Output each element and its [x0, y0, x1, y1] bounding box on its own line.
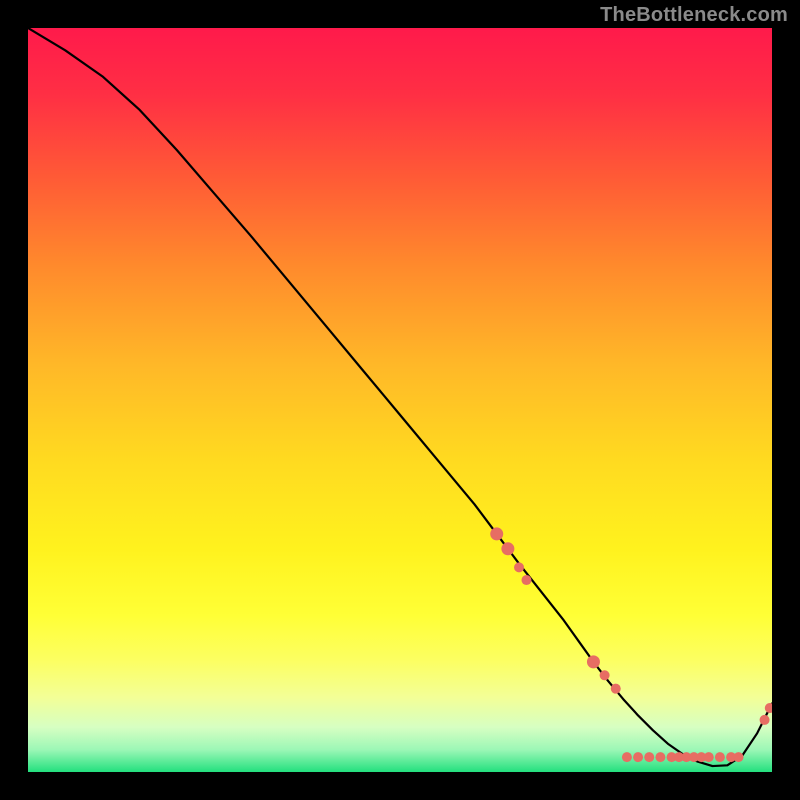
chart-svg [28, 28, 772, 772]
gradient-background [28, 28, 772, 772]
marker-point [587, 655, 600, 668]
marker-point [715, 752, 725, 762]
marker-point [644, 752, 654, 762]
marker-point [760, 715, 770, 725]
marker-point [633, 752, 643, 762]
marker-point [501, 542, 514, 555]
chart-plot-area [28, 28, 772, 772]
watermark-text: TheBottleneck.com [600, 4, 788, 27]
marker-point [704, 752, 714, 762]
marker-point [622, 752, 632, 762]
marker-point [514, 562, 524, 572]
marker-point [521, 575, 531, 585]
marker-point [655, 752, 665, 762]
chart-container: TheBottleneck.com [0, 0, 800, 800]
marker-point [611, 684, 621, 694]
marker-point [600, 670, 610, 680]
marker-point [734, 752, 744, 762]
marker-point [490, 527, 503, 540]
